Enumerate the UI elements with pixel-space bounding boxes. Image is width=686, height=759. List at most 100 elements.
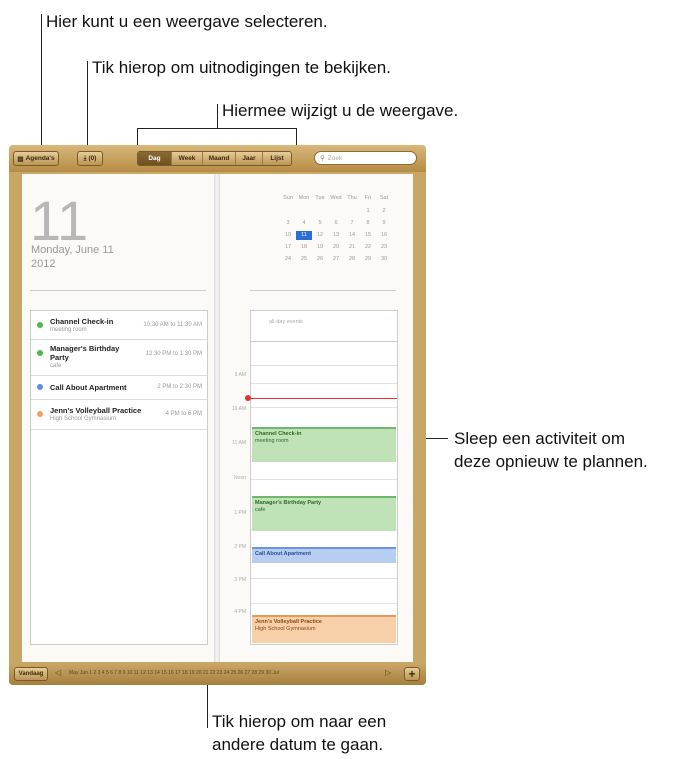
- date-strip[interactable]: May Jun 1 2 3 4 5 6 7 8 9 10 11 12 13 14…: [69, 670, 379, 680]
- tab-list[interactable]: Lijst: [263, 152, 291, 165]
- event-block-title: Channel Check-in: [255, 431, 302, 437]
- mini-calendar-day[interactable]: 30: [376, 255, 392, 264]
- callout-select-view: Hier kunt u een weergave selecteren.: [46, 12, 328, 31]
- mini-calendar-day[interactable]: 15: [360, 231, 376, 240]
- hour-line: [251, 383, 397, 384]
- calendars-button[interactable]: ▤ Agenda's: [13, 151, 59, 166]
- hour-line: [251, 603, 397, 604]
- mini-calendar-day[interactable]: 11: [296, 231, 312, 240]
- event-block[interactable]: Jenn's Volleyball Practice High School G…: [252, 615, 396, 643]
- today-button[interactable]: Vandaag: [14, 667, 48, 681]
- mini-calendar-day[interactable]: 12: [312, 231, 328, 240]
- callout-line-select-view: [41, 14, 42, 154]
- mini-calendar-day[interactable]: 2: [376, 207, 392, 216]
- event-title: Jenn's Volleyball Practice: [50, 406, 142, 415]
- mini-calendar-day[interactable]: 16: [376, 231, 392, 240]
- event-color-dot: [37, 384, 43, 390]
- book-gutter: [214, 174, 220, 662]
- event-color-dot: [37, 322, 43, 328]
- callout-drag-event-line1: Sleep een activiteit om: [454, 429, 626, 448]
- mini-calendar-day[interactable]: 1: [360, 207, 376, 216]
- all-day-events-label: all-day events: [269, 319, 303, 325]
- mini-calendar-day[interactable]: 29: [360, 255, 376, 264]
- mini-calendar-weekday: Wed: [330, 195, 342, 201]
- hour-line: [251, 365, 397, 366]
- callout-line-other-date: [207, 680, 208, 728]
- mini-calendar-day[interactable]: 19: [312, 243, 328, 252]
- mini-calendar-day[interactable]: 28: [344, 255, 360, 264]
- callout-line-invitations: [87, 61, 88, 154]
- list-item[interactable]: Manager's Birthday Party cafe 12:30 PM t…: [31, 339, 207, 376]
- mini-calendar-day[interactable]: 18: [296, 243, 312, 252]
- toolbar: ▤ Agenda's ⤓ (0) Dag Week Maand Jaar Lij…: [9, 145, 426, 172]
- hour-line: [251, 407, 397, 408]
- callout-invitations: Tik hierop om uitnodigingen te bekijken.: [92, 58, 391, 77]
- mini-calendar-weekday: Mon: [298, 195, 310, 201]
- list-item[interactable]: Jenn's Volleyball Practice High School G…: [31, 399, 207, 430]
- search-icon: ⚲: [320, 155, 325, 162]
- tab-day[interactable]: Dag: [138, 152, 172, 165]
- view-switcher: Dag Week Maand Jaar Lijst: [137, 151, 292, 166]
- callout-change-view: Hiermee wijzigt u de weergave.: [222, 101, 459, 120]
- mini-calendar-day[interactable]: 3: [280, 219, 296, 228]
- hour-label: 4 PM: [234, 609, 246, 615]
- calendar-list-icon: ▤: [17, 155, 24, 163]
- mini-calendar-day[interactable]: 24: [280, 255, 296, 264]
- mini-calendar-day[interactable]: 9: [376, 219, 392, 228]
- invitations-button[interactable]: ⤓ (0): [77, 151, 103, 166]
- invitations-count: (0): [88, 155, 97, 162]
- event-location: cafe: [50, 363, 62, 369]
- add-event-button[interactable]: +: [404, 667, 420, 681]
- mini-calendar-day[interactable]: 20: [328, 243, 344, 252]
- mini-calendar-day[interactable]: 17: [280, 243, 296, 252]
- callout-drag-event-line2: deze opnieuw te plannen.: [454, 452, 648, 471]
- list-item[interactable]: Call About Apartment 2 PM to 2:30 PM: [31, 375, 207, 400]
- event-block[interactable]: Call About Apartment: [252, 547, 396, 563]
- event-list: Channel Check-in meeting room 10:30 AM t…: [30, 310, 208, 645]
- mini-calendar-day[interactable]: 10: [280, 231, 296, 240]
- previous-month-arrow-icon[interactable]: ◁: [55, 668, 61, 677]
- hour-label: 2 PM: [234, 544, 246, 550]
- event-title: Channel Check-in: [50, 317, 114, 326]
- callout-line-change-view: [217, 104, 218, 128]
- mini-calendar-day[interactable]: 14: [344, 231, 360, 240]
- hour-label: Noon: [234, 475, 246, 481]
- event-time: 12:30 PM to 1:30 PM: [145, 351, 202, 357]
- mini-calendar-weekday: Sat: [379, 195, 389, 201]
- next-month-arrow-icon[interactable]: ▷: [385, 668, 391, 677]
- mini-calendar-day[interactable]: 23: [376, 243, 392, 252]
- mini-calendar-day[interactable]: 25: [296, 255, 312, 264]
- callout-bracket-change-view: [137, 128, 297, 129]
- mini-calendar-day[interactable]: 13: [328, 231, 344, 240]
- current-time-line: [251, 398, 397, 399]
- tab-month[interactable]: Maand: [203, 152, 236, 165]
- mini-calendar-day[interactable]: 5: [312, 219, 328, 228]
- tab-week[interactable]: Week: [172, 152, 203, 165]
- mini-calendar-day[interactable]: 21: [344, 243, 360, 252]
- event-location: High School Gymnasium: [50, 416, 117, 422]
- mini-calendar-day[interactable]: 22: [360, 243, 376, 252]
- bottom-bar: Vandaag ◁ May Jun 1 2 3 4 5 6 7 8 9 10 1…: [9, 664, 426, 685]
- tab-year[interactable]: Jaar: [236, 152, 263, 165]
- hour-line: [251, 479, 397, 480]
- mini-calendar-day[interactable]: 26: [312, 255, 328, 264]
- day-weekday-date: Monday, June 11: [31, 244, 114, 256]
- mini-calendar-day[interactable]: 8: [360, 219, 376, 228]
- event-block[interactable]: Channel Check-in meeting room: [252, 427, 396, 462]
- event-time: 10:30 AM to 11:30 AM: [143, 322, 202, 328]
- event-block-title: Call About Apartment: [255, 551, 312, 557]
- mini-calendar-day[interactable]: 6: [328, 219, 344, 228]
- event-block[interactable]: Manager's Birthday Party cafe: [252, 496, 396, 531]
- event-block-location: cafe: [255, 507, 266, 513]
- hour-label: 11 AM: [232, 440, 246, 446]
- mini-calendar-weekday: Fri: [364, 195, 372, 201]
- mini-calendar-day[interactable]: 27: [328, 255, 344, 264]
- current-time-dot: [245, 395, 251, 401]
- mini-calendar-day[interactable]: 4: [296, 219, 312, 228]
- hour-label: 1 PM: [234, 510, 246, 516]
- list-item[interactable]: Channel Check-in meeting room 10:30 AM t…: [31, 311, 207, 340]
- callout-bracket-right: [296, 128, 297, 146]
- day-timeline: all-day events Channel Check-in meeting …: [250, 310, 398, 645]
- search-input[interactable]: ⚲ Zoek: [314, 151, 417, 165]
- mini-calendar-day[interactable]: 7: [344, 219, 360, 228]
